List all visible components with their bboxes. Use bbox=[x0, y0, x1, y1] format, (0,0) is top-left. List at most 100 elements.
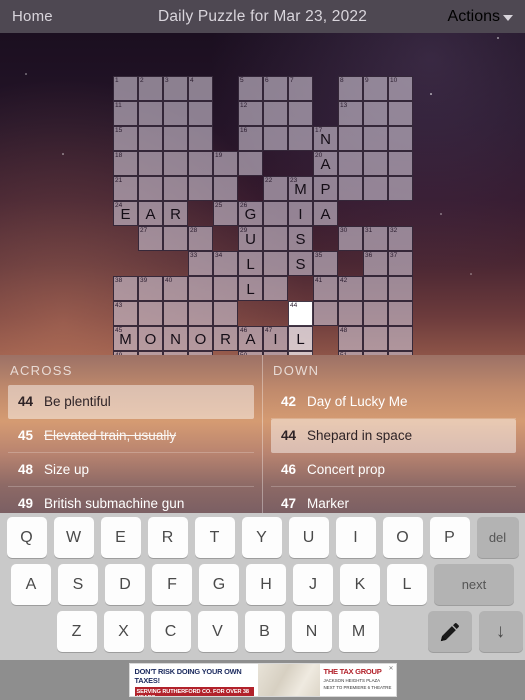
grid-cell[interactable] bbox=[388, 151, 413, 176]
key-t[interactable]: T bbox=[194, 517, 235, 558]
grid-cell[interactable] bbox=[363, 151, 388, 176]
grid-cell[interactable] bbox=[313, 301, 338, 326]
key-g[interactable]: G bbox=[199, 564, 239, 605]
key-c[interactable]: C bbox=[150, 611, 191, 652]
grid-cell[interactable] bbox=[388, 301, 413, 326]
grid-cell[interactable]: 17 N bbox=[313, 126, 338, 151]
pen-icon[interactable] bbox=[427, 611, 472, 652]
grid-cell[interactable]: 16 bbox=[238, 126, 263, 151]
advertisement-banner[interactable]: DON'T RISK DOING YOUR OWN TAXES! SERVING… bbox=[128, 663, 397, 697]
grid-cell[interactable]: 36 bbox=[363, 251, 388, 276]
grid-cell[interactable]: 29 U bbox=[238, 226, 263, 251]
grid-cell[interactable]: 4 bbox=[188, 76, 213, 101]
grid-cell[interactable]: 32 bbox=[388, 226, 413, 251]
clue-item[interactable]: 48 Size up bbox=[8, 453, 254, 487]
grid-cell[interactable] bbox=[163, 301, 188, 326]
grid-cell[interactable]: 9 bbox=[363, 76, 388, 101]
actions-button[interactable]: Actions bbox=[448, 8, 513, 26]
key-v[interactable]: V bbox=[197, 611, 238, 652]
grid-cell[interactable] bbox=[338, 301, 363, 326]
grid-cell[interactable]: L bbox=[238, 276, 263, 301]
key-s[interactable]: S bbox=[58, 564, 98, 605]
grid-cell[interactable]: S bbox=[288, 251, 313, 276]
grid-cell[interactable]: R bbox=[213, 326, 238, 351]
grid-cell[interactable] bbox=[338, 126, 363, 151]
grid-cell[interactable] bbox=[388, 126, 413, 151]
grid-cell[interactable] bbox=[288, 101, 313, 126]
grid-cell[interactable]: 8 bbox=[338, 76, 363, 101]
grid-cell[interactable] bbox=[188, 101, 213, 126]
grid-cell[interactable]: A bbox=[313, 201, 338, 226]
down-clue-list[interactable]: 42 Day of Lucky Me 44 Shepard in space 46 Con… bbox=[263, 385, 524, 513]
clue-item[interactable]: 49 British submachine gun bbox=[8, 487, 254, 513]
grid-cell[interactable] bbox=[163, 176, 188, 201]
grid-cell[interactable]: 42 bbox=[338, 276, 363, 301]
key-o[interactable]: O bbox=[382, 517, 423, 558]
key-w[interactable]: W bbox=[53, 517, 94, 558]
key-y[interactable]: Y bbox=[241, 517, 282, 558]
grid-cell[interactable] bbox=[213, 276, 238, 301]
grid-cell[interactable]: N bbox=[163, 326, 188, 351]
grid-cell[interactable]: 37 bbox=[388, 251, 413, 276]
home-button[interactable]: Home bbox=[12, 8, 53, 25]
key-z[interactable]: Z bbox=[56, 611, 97, 652]
grid-cell[interactable]: 24 E bbox=[113, 201, 138, 226]
grid-cell[interactable]: 12 bbox=[238, 101, 263, 126]
key-delete[interactable]: del bbox=[476, 517, 519, 558]
key-f[interactable]: F bbox=[152, 564, 192, 605]
grid-cell[interactable] bbox=[138, 126, 163, 151]
key-h[interactable]: H bbox=[246, 564, 286, 605]
grid-cell[interactable]: 48 bbox=[338, 326, 363, 351]
grid-cell[interactable]: 28 bbox=[188, 226, 213, 251]
key-q[interactable]: Q bbox=[6, 517, 47, 558]
key-j[interactable]: J bbox=[293, 564, 333, 605]
grid-cell[interactable] bbox=[263, 226, 288, 251]
grid-cell[interactable]: 1 bbox=[113, 76, 138, 101]
grid-cell[interactable]: 25 bbox=[213, 201, 238, 226]
grid-cell[interactable]: 7 bbox=[288, 76, 313, 101]
grid-cell[interactable] bbox=[338, 176, 363, 201]
grid-cell[interactable]: 15 bbox=[113, 126, 138, 151]
key-u[interactable]: U bbox=[288, 517, 329, 558]
grid-cell[interactable]: 44 bbox=[288, 301, 313, 326]
grid-cell[interactable]: 46 A bbox=[238, 326, 263, 351]
grid-cell[interactable]: 3 bbox=[163, 76, 188, 101]
grid-cell[interactable]: S bbox=[288, 226, 313, 251]
clue-item[interactable]: 45 Elevated train, usually bbox=[8, 419, 254, 453]
grid-cell[interactable]: 47 I bbox=[263, 326, 288, 351]
grid-cell[interactable]: 18 bbox=[113, 151, 138, 176]
clue-item[interactable]: 44 Shepard in space bbox=[271, 419, 516, 453]
grid-cell[interactable] bbox=[288, 126, 313, 151]
grid-cell[interactable]: A bbox=[138, 201, 163, 226]
grid-cell[interactable] bbox=[188, 151, 213, 176]
key-x[interactable]: X bbox=[103, 611, 144, 652]
clue-item[interactable]: 47 Marker bbox=[271, 487, 516, 513]
grid-cell[interactable]: 10 bbox=[388, 76, 413, 101]
grid-cell[interactable] bbox=[263, 276, 288, 301]
grid-cell[interactable]: 19 bbox=[213, 151, 238, 176]
key-n[interactable]: N bbox=[291, 611, 332, 652]
grid-cell[interactable] bbox=[138, 176, 163, 201]
grid-cell[interactable]: L bbox=[288, 326, 313, 351]
grid-cell[interactable] bbox=[338, 151, 363, 176]
grid-cell[interactable] bbox=[263, 201, 288, 226]
grid-cell[interactable]: O bbox=[188, 326, 213, 351]
grid-cell[interactable]: 13 bbox=[338, 101, 363, 126]
key-d[interactable]: D bbox=[105, 564, 145, 605]
grid-cell[interactable] bbox=[138, 151, 163, 176]
key-i[interactable]: I bbox=[335, 517, 376, 558]
grid-cell[interactable]: 23 M bbox=[288, 176, 313, 201]
grid-cell[interactable] bbox=[388, 326, 413, 351]
key-next[interactable]: next bbox=[434, 564, 514, 605]
grid-cell[interactable]: 41 bbox=[313, 276, 338, 301]
grid-cell[interactable]: 5 bbox=[238, 76, 263, 101]
grid-cell[interactable] bbox=[263, 126, 288, 151]
key-a[interactable]: A bbox=[11, 564, 51, 605]
grid-cell[interactable]: 31 bbox=[363, 226, 388, 251]
grid-cell[interactable] bbox=[163, 126, 188, 151]
grid-cell[interactable]: 30 bbox=[338, 226, 363, 251]
clue-item[interactable]: 44 Be plentiful bbox=[8, 385, 254, 419]
grid-cell[interactable] bbox=[363, 126, 388, 151]
grid-cell[interactable]: L bbox=[238, 251, 263, 276]
grid-cell[interactable]: 40 bbox=[163, 276, 188, 301]
